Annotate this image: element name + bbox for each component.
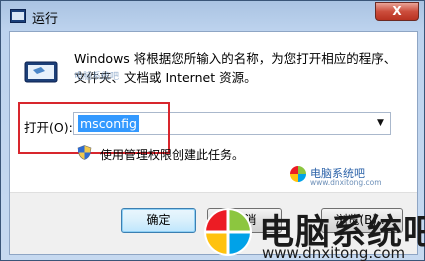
chevron-down-icon[interactable]: ▼ <box>372 114 389 133</box>
run-app-icon <box>10 9 26 23</box>
title-bar[interactable]: 运行 X <box>1 1 425 31</box>
uac-shield-icon <box>77 145 92 160</box>
window-title: 运行 <box>32 12 59 27</box>
description-line-1: Windows 将根据您所输入的名称，为您打开相应的程序、 <box>74 51 397 66</box>
open-combobox[interactable]: msconfig ▼ <box>73 112 391 135</box>
run-icon <box>24 61 58 83</box>
watermark-large: 电脑系统吧 www.dnxitong.com <box>204 206 425 261</box>
watermark-windows-logo-icon <box>204 208 252 256</box>
admin-note: 使用管理权限创建此任务。 <box>100 148 245 162</box>
ok-button[interactable]: 确定 <box>121 208 196 233</box>
watermark-small-url: www.dnxitong.com <box>310 178 382 187</box>
watermark-faint: 电脑系统吧 <box>74 72 120 82</box>
description-line-2: 文件夹、文档或 Internet 资源。 <box>74 70 257 85</box>
close-icon: X <box>392 4 402 18</box>
watermark-large-url: www.dnxitong.com <box>262 244 406 261</box>
close-button[interactable]: X <box>375 2 419 21</box>
description: Windows 将根据您所输入的名称，为您打开相应的程序、 文件夹、文档或 In… <box>74 49 396 87</box>
open-input-value[interactable]: msconfig <box>78 115 139 132</box>
open-label: 打开(O): <box>24 120 73 135</box>
watermark-logo-icon <box>290 166 306 182</box>
